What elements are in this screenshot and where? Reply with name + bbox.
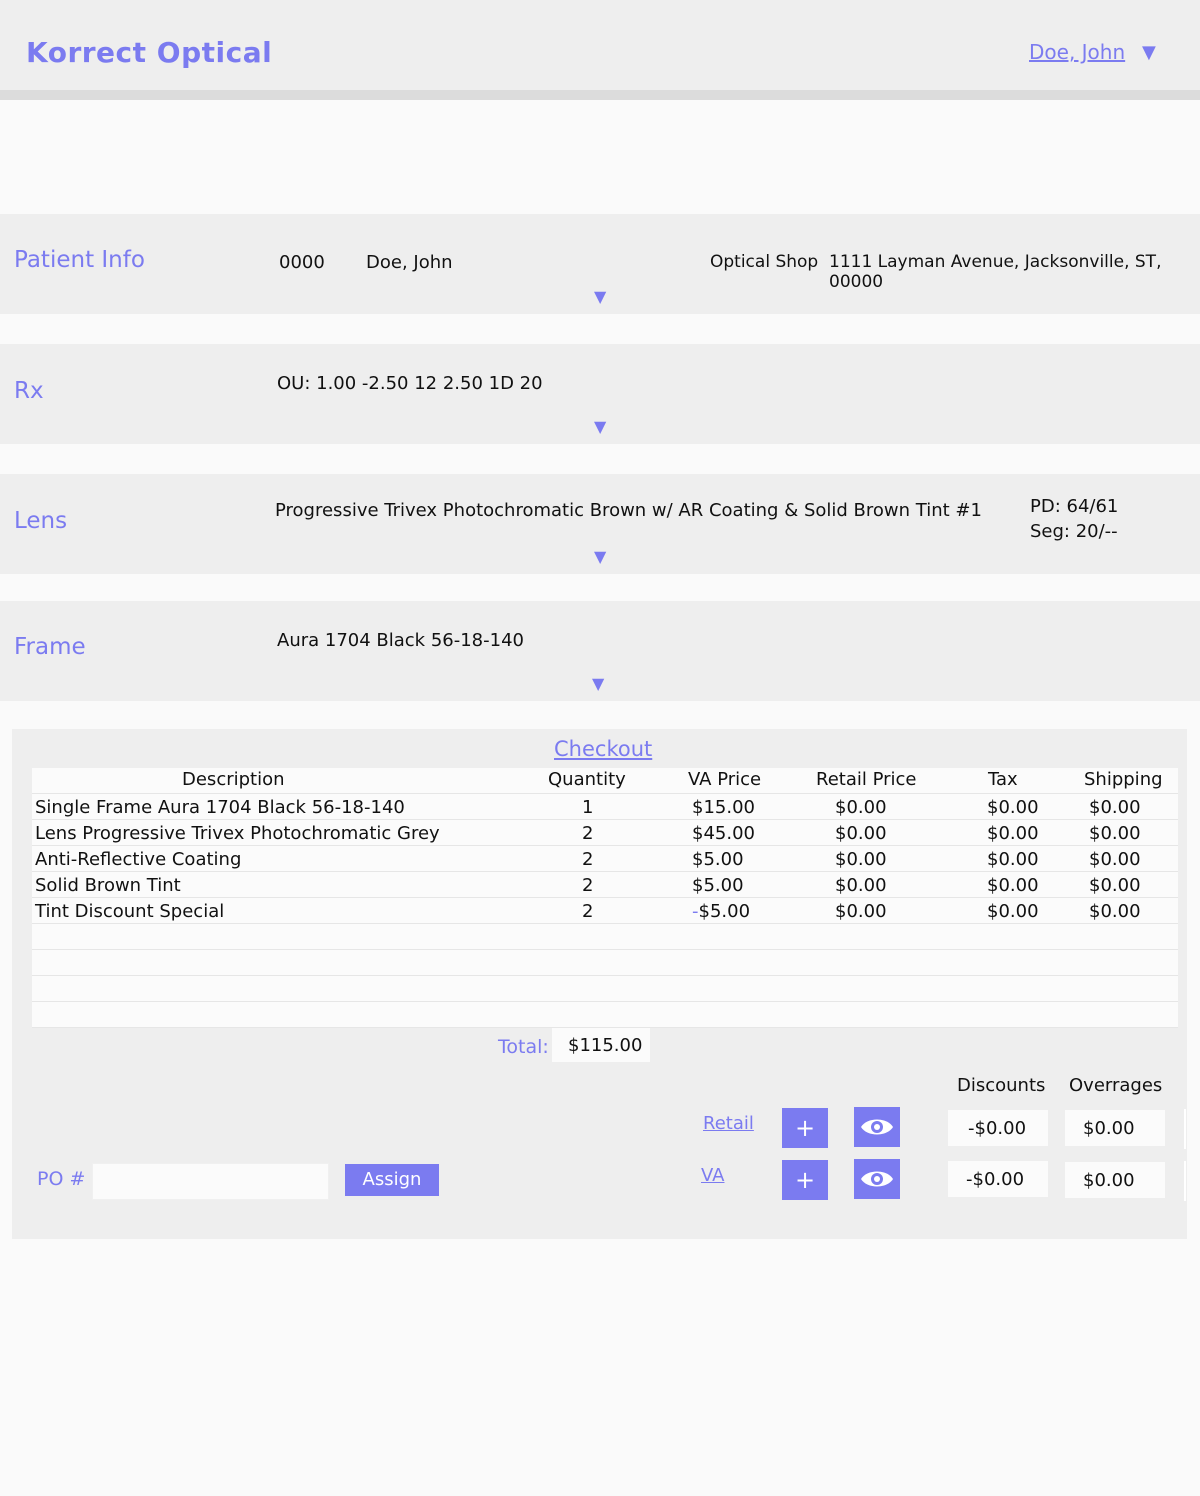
- brand-logo[interactable]: Korrect Optical: [26, 36, 272, 69]
- row-description: Single Frame Aura 1704 Black 56-18-140: [35, 797, 405, 818]
- row-description: Tint Discount Special: [35, 901, 225, 922]
- column-header-shipping: Shipping: [1084, 769, 1163, 790]
- checkout-table: Description Quantity VA Price Retail Pri…: [32, 768, 1178, 1028]
- discounts-label: Discounts: [957, 1075, 1046, 1096]
- row-tax: $0.00: [987, 875, 1039, 896]
- frame-expand-caret-icon[interactable]: ▼: [592, 674, 604, 693]
- column-header-description: Description: [182, 769, 285, 790]
- po-number-input[interactable]: [92, 1163, 329, 1200]
- row-description: Anti-Reflective Coating: [35, 849, 242, 870]
- row-tax: $0.00: [987, 901, 1039, 922]
- rx-expand-caret-icon[interactable]: ▼: [594, 417, 606, 436]
- frame-section: Frame Aura 1704 Black 56-18-140 ▼: [0, 601, 1200, 701]
- panel-edge: [1184, 1161, 1186, 1201]
- patient-info-expand-caret-icon[interactable]: ▼: [594, 287, 606, 306]
- user-menu-link[interactable]: Doe, John: [1029, 40, 1125, 64]
- row-shipping: $0.00: [1089, 797, 1141, 818]
- rx-value: OU: 1.00 -2.50 12 2.50 1D 20: [277, 373, 543, 394]
- patient-id: 0000: [279, 252, 325, 273]
- empty-table-row: [32, 950, 1178, 976]
- assign-button[interactable]: Assign: [345, 1164, 439, 1196]
- table-header-row: Description Quantity VA Price Retail Pri…: [32, 768, 1178, 794]
- lens-expand-caret-icon[interactable]: ▼: [594, 547, 606, 566]
- va-discount-field[interactable]: -$0.00: [948, 1161, 1048, 1197]
- total-value: $115.00: [552, 1028, 650, 1062]
- row-quantity: 2: [582, 901, 594, 922]
- retail-link[interactable]: Retail: [703, 1113, 754, 1134]
- column-header-retail-price: Retail Price: [816, 769, 917, 790]
- column-header-va-price: VA Price: [688, 769, 762, 790]
- frame-title: Frame: [14, 634, 86, 660]
- table-row[interactable]: Single Frame Aura 1704 Black 56-18-140 1…: [32, 794, 1178, 820]
- frame-description: Aura 1704 Black 56-18-140: [277, 630, 524, 651]
- row-shipping: $0.00: [1089, 875, 1141, 896]
- panel-edge: [1184, 1109, 1186, 1149]
- column-header-quantity: Quantity: [548, 769, 626, 790]
- row-retail-price: $0.00: [835, 875, 887, 896]
- lens-section: Lens Progressive Trivex Photochromatic B…: [0, 474, 1200, 574]
- row-retail-price: $0.00: [835, 823, 887, 844]
- row-retail-price: $0.00: [835, 849, 887, 870]
- header-divider: [0, 90, 1200, 100]
- row-tax: $0.00: [987, 849, 1039, 870]
- table-row[interactable]: Lens Progressive Trivex Photochromatic G…: [32, 820, 1178, 846]
- row-description: Lens Progressive Trivex Photochromatic G…: [35, 823, 440, 844]
- row-va-price-value: $5.00: [698, 901, 751, 922]
- retail-add-button[interactable]: +: [782, 1108, 828, 1148]
- rx-section: Rx OU: 1.00 -2.50 12 2.50 1D 20 ▼: [0, 344, 1200, 444]
- patient-info-section: Patient Info 0000 Doe, John Optical Shop…: [0, 214, 1200, 314]
- retail-discount-field[interactable]: -$0.00: [948, 1110, 1048, 1146]
- empty-table-row: [32, 1002, 1178, 1028]
- po-label: PO #: [37, 1168, 86, 1190]
- row-description: Solid Brown Tint: [35, 875, 181, 896]
- row-tax: $0.00: [987, 797, 1039, 818]
- total-label: Total:: [498, 1036, 549, 1058]
- checkout-link[interactable]: Checkout: [554, 737, 652, 761]
- column-header-tax: Tax: [988, 769, 1018, 790]
- va-link[interactable]: VA: [701, 1165, 724, 1186]
- va-overrage-field[interactable]: $0.00: [1065, 1162, 1165, 1198]
- lens-title: Lens: [14, 508, 68, 534]
- row-shipping: $0.00: [1089, 901, 1141, 922]
- va-eye-icon[interactable]: [854, 1159, 900, 1199]
- lens-description: Progressive Trivex Photochromatic Brown …: [275, 500, 982, 521]
- table-row[interactable]: Anti-Reflective Coating 2 $5.00 $0.00 $0…: [32, 846, 1178, 872]
- location-address: 1111 Layman Avenue, Jacksonville, ST, 00…: [829, 252, 1162, 292]
- retail-eye-icon[interactable]: [854, 1107, 900, 1147]
- row-quantity: 2: [582, 823, 594, 844]
- table-row[interactable]: Tint Discount Special 2 -$5.00 $0.00 $0.…: [32, 898, 1178, 924]
- row-quantity: 1: [582, 797, 594, 818]
- patient-info-title: Patient Info: [14, 247, 145, 273]
- row-retail-price: $0.00: [835, 797, 887, 818]
- empty-table-row: [32, 976, 1178, 1002]
- row-va-price: -$5.00: [692, 901, 750, 922]
- va-add-button[interactable]: +: [782, 1160, 828, 1200]
- row-shipping: $0.00: [1089, 849, 1141, 870]
- row-tax: $0.00: [987, 823, 1039, 844]
- row-shipping: $0.00: [1089, 823, 1141, 844]
- lens-pd: PD: 64/61: [1030, 496, 1119, 517]
- user-menu-caret-icon[interactable]: ▼: [1142, 42, 1156, 63]
- location-label: Optical Shop: [710, 252, 819, 272]
- retail-overrage-field[interactable]: $0.00: [1065, 1110, 1165, 1146]
- overrages-label: Overrages: [1069, 1075, 1163, 1096]
- row-retail-price: $0.00: [835, 901, 887, 922]
- row-quantity: 2: [582, 849, 594, 870]
- empty-table-row: [32, 924, 1178, 950]
- row-va-price: $15.00: [692, 797, 755, 818]
- lens-seg: Seg: 20/--: [1030, 521, 1118, 542]
- row-va-price: $45.00: [692, 823, 755, 844]
- row-quantity: 2: [582, 875, 594, 896]
- patient-name: Doe, John: [366, 252, 453, 273]
- row-va-price: $5.00: [692, 875, 744, 896]
- rx-title: Rx: [14, 378, 44, 404]
- table-row[interactable]: Solid Brown Tint 2 $5.00 $0.00 $0.00 $0.…: [32, 872, 1178, 898]
- row-va-price: $5.00: [692, 849, 744, 870]
